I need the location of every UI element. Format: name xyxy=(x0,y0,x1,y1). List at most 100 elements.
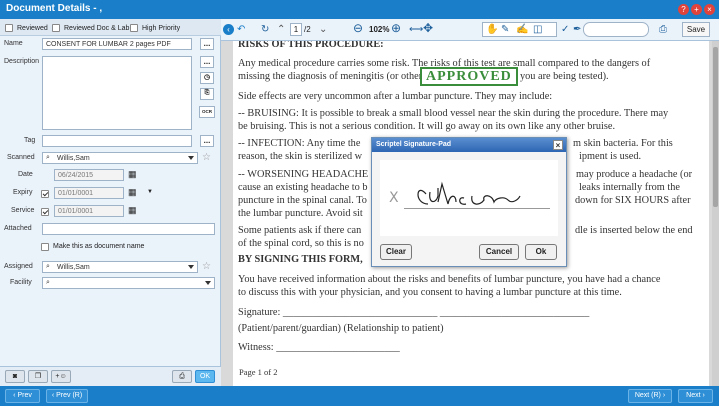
doc-line: ipment is used. xyxy=(579,151,642,162)
doc-line: -- BRUISING: It is possible to break a s… xyxy=(238,108,669,119)
doc-line: Witness: ________________________ xyxy=(238,342,400,353)
assigned-favorite-star-icon[interactable]: ☆ xyxy=(202,261,211,272)
ok-button[interactable]: Ok xyxy=(525,244,557,260)
doc-line: (Patient/parent/guardian) (Relationship … xyxy=(238,323,444,334)
facility-select[interactable]: ⌕ xyxy=(42,277,215,289)
description-more-button[interactable]: ... xyxy=(200,56,214,68)
ok-button[interactable]: OK xyxy=(195,370,215,383)
camera-icon[interactable]: ◙ xyxy=(5,370,25,383)
copy-icon[interactable]: ❐ xyxy=(28,370,48,383)
next-r-button[interactable]: Next (R) › xyxy=(628,389,672,403)
prev-button[interactable]: ‹ Prev xyxy=(5,389,40,403)
doc-line: cause an existing headache to b xyxy=(238,182,368,193)
save-button[interactable]: Save xyxy=(682,22,710,37)
close-icon[interactable]: × xyxy=(553,140,563,150)
doc-line: the lumbar puncture. Avoid sit xyxy=(238,208,363,219)
assigned-select[interactable]: ⌕ Willis,Sam xyxy=(42,261,198,273)
doc-line: of the spinal cord, so this is no xyxy=(238,238,364,249)
add-user-icon[interactable]: +☺ xyxy=(51,370,71,383)
doc-line: Side effects are very uncommon after a l… xyxy=(238,91,553,102)
reviewed-doc-lab-checkbox[interactable]: Reviewed Doc & Lab xyxy=(52,22,129,34)
clear-button[interactable]: Clear xyxy=(380,244,412,260)
facility-label: Facility xyxy=(10,279,32,286)
close-icon[interactable]: × xyxy=(704,4,715,15)
next-button[interactable]: Next › xyxy=(678,389,713,403)
expiry-checkbox[interactable] xyxy=(41,190,49,198)
page-down-icon[interactable]: ⌄ xyxy=(319,24,327,36)
rotate-icon[interactable]: ↻ xyxy=(261,24,269,36)
sign-icon[interactable]: ✍ xyxy=(516,24,528,36)
description-textarea[interactable] xyxy=(42,56,192,130)
scrollbar[interactable] xyxy=(712,41,719,386)
reviewed-checkbox[interactable]: Reviewed xyxy=(5,22,48,34)
signature-canvas[interactable]: X xyxy=(380,160,558,236)
service-calendar-icon[interactable]: ▦ xyxy=(128,205,137,216)
page-number-input[interactable]: 1 xyxy=(290,23,302,36)
scanned-label: Scanned xyxy=(7,154,35,161)
maximize-icon[interactable]: + xyxy=(691,4,702,15)
pen-icon[interactable]: ✎ xyxy=(501,24,509,36)
make-doc-name-label: Make this as document name xyxy=(53,243,145,250)
search-icon: ⌕ xyxy=(46,263,50,270)
page-up-icon[interactable]: ⌃ xyxy=(277,24,285,36)
zoom-out-icon[interactable]: ⊖ xyxy=(353,22,363,34)
doc-heading-2: BY SIGNING THIS FORM, xyxy=(238,254,363,265)
viewer-toolbar: ‹ ↶ ↻ ⌃ 1 /2 ⌄ ⊖ 102% ⊕ ⟷ ✥ ✋ ✎ ✍ ◫ ✓ ✒ … xyxy=(221,19,719,41)
print-icon[interactable]: ⎙ xyxy=(659,24,667,36)
print-icon[interactable]: ⎙ xyxy=(172,370,192,383)
make-doc-name-checkbox[interactable] xyxy=(41,243,49,251)
undo-icon[interactable]: ↶ xyxy=(237,24,245,36)
page-total: /2 xyxy=(304,25,311,34)
fit-width-icon[interactable]: ⟷ xyxy=(409,24,423,36)
tag-label: Tag xyxy=(24,137,36,144)
doc-line: Some patients ask if there can xyxy=(238,225,362,236)
service-input[interactable]: 01/01/0001 xyxy=(54,205,124,217)
signature-x-mark: X xyxy=(389,190,399,206)
clip-icon[interactable]: ⎘ xyxy=(200,88,214,100)
doc-line: missing the diagnosis of meningitis (or … xyxy=(238,71,423,82)
high-priority-checkbox[interactable]: High Priority xyxy=(130,22,180,34)
doc-line: leaks internally from the xyxy=(579,182,680,193)
left-action-bar: ◙ ❐ +☺ ⎙ OK xyxy=(0,366,221,386)
scanned-favorite-star-icon[interactable]: ☆ xyxy=(202,152,211,163)
ocr-button[interactable]: OCR xyxy=(199,106,215,118)
expiry-calendar-icon[interactable]: ▦ xyxy=(128,187,137,198)
zoom-in-icon[interactable]: ⊕ xyxy=(391,22,401,34)
shapes-icon[interactable]: ◫ xyxy=(533,24,542,36)
stamp-icon[interactable]: ✓ xyxy=(561,24,569,36)
prev-r-button[interactable]: ‹ Prev (R) xyxy=(46,389,88,403)
search-input[interactable] xyxy=(583,22,649,37)
expiry-input[interactable]: 01/01/0001 xyxy=(54,187,124,199)
service-checkbox[interactable] xyxy=(41,208,49,216)
date-calendar-icon[interactable]: ▦ xyxy=(128,169,137,180)
title-bar: Document Details - , ? + × xyxy=(0,0,719,19)
name-more-button[interactable]: ... xyxy=(200,38,214,50)
fit-page-icon[interactable]: ✥ xyxy=(423,22,433,34)
signature-stroke xyxy=(417,181,521,205)
collapse-left-icon[interactable]: ‹ xyxy=(223,24,234,35)
scanned-select[interactable]: ⌕ Willis,Sam xyxy=(42,152,198,164)
date-input[interactable]: 06/24/2015 xyxy=(54,169,124,181)
help-icon[interactable]: ? xyxy=(678,4,689,15)
doc-line: may produce a headache (or xyxy=(576,169,693,180)
hand-icon[interactable]: ✋ xyxy=(486,24,498,36)
doc-line: be bruising. This is not a serious condi… xyxy=(238,121,616,132)
doc-line: Signature: _____________________________… xyxy=(238,307,590,318)
cancel-button[interactable]: Cancel xyxy=(479,244,519,260)
details-panel: Reviewed Reviewed Doc & Lab High Priorit… xyxy=(0,19,221,386)
attached-input[interactable] xyxy=(42,223,215,235)
expiry-dropdown-icon[interactable]: ▼ xyxy=(147,189,153,195)
tag-more-button[interactable]: ... xyxy=(200,135,214,147)
date-label: Date xyxy=(18,171,33,178)
doc-line: -- WORSENING HEADACHE xyxy=(238,169,369,180)
search-icon: ⌕ xyxy=(46,154,50,161)
doc-line: m skin bacteria. For this xyxy=(573,138,673,149)
tag-input[interactable] xyxy=(42,135,192,147)
approved-stamp[interactable]: APPROVED xyxy=(420,67,518,86)
assigned-label: Assigned xyxy=(4,263,33,270)
name-input[interactable]: CONSENT FOR LUMBAR 2 pages PDF xyxy=(42,38,192,50)
scrollbar-thumb[interactable] xyxy=(713,47,718,207)
history-icon[interactable]: ◷ xyxy=(200,72,214,84)
highlighter-icon[interactable]: ✒ xyxy=(573,24,581,36)
doc-line: you are being tested). xyxy=(520,71,609,82)
